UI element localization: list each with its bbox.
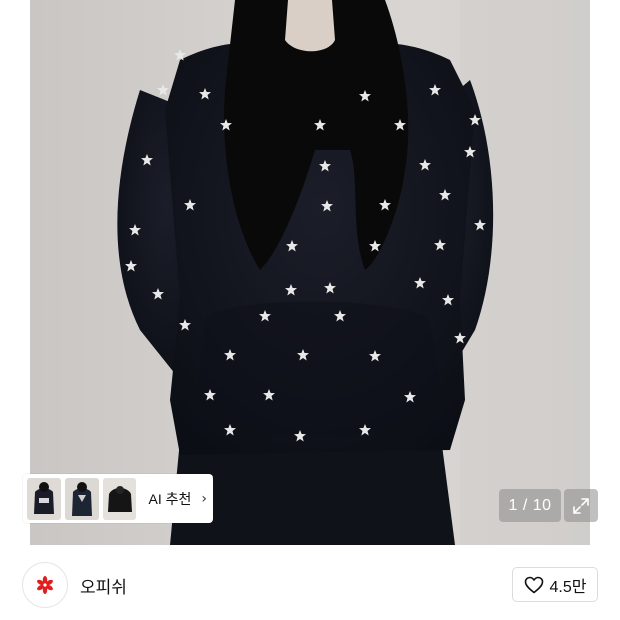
- ai-recommend-label: AI 추천: [148, 490, 192, 507]
- ai-recommend-button[interactable]: AI 추천 ›: [23, 474, 213, 523]
- thumbnail-3[interactable]: [102, 477, 137, 520]
- expand-button[interactable]: [564, 489, 598, 522]
- like-count: 4.5만: [549, 578, 587, 596]
- brand-name[interactable]: 오피쉬: [80, 573, 127, 598]
- product-image-gallery[interactable]: AI 추천 › 1 / 10: [0, 0, 620, 545]
- thumbnail-2[interactable]: [64, 477, 99, 520]
- chevron-right-icon: ›: [201, 490, 207, 507]
- thumbnail-1[interactable]: [27, 477, 61, 520]
- flower-icon: [37, 576, 53, 594]
- heart-icon: [524, 576, 543, 593]
- expand-icon: [573, 497, 589, 514]
- brand-logo[interactable]: [22, 562, 68, 608]
- product-page: AI 추천 › 1 / 10 오피쉬 4.5만: [0, 0, 620, 620]
- image-pager: 1 / 10: [499, 489, 561, 522]
- like-button[interactable]: 4.5만: [512, 567, 598, 602]
- product-photo[interactable]: [30, 0, 590, 545]
- model-illustration: [117, 0, 590, 545]
